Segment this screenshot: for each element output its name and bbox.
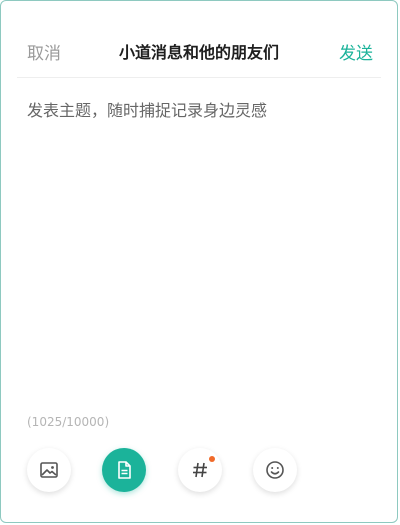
document-icon [113,459,135,481]
post-composer-panel: 取消 小道消息和他的朋友们 发送 发表主题，随时捕捉记录身边灵感 (1025/1… [0,0,398,523]
post-text-input[interactable]: 发表主题，随时捕捉记录身边灵感 [27,97,371,397]
page-title: 小道消息和他的朋友们 [118,43,279,62]
emoji-icon [264,459,286,481]
send-button[interactable]: 发送 [339,39,373,64]
insert-topic-button[interactable] [178,448,222,492]
insert-image-button[interactable] [27,448,71,492]
post-text-placeholder: 发表主题，随时捕捉记录身边灵感 [27,101,268,120]
composer-toolbar [1,448,397,496]
notification-dot [209,456,215,462]
header-divider [17,77,381,78]
hashtag-icon [189,459,211,481]
long-article-button[interactable] [102,448,146,492]
image-icon [38,459,60,481]
insert-emoji-button[interactable] [253,448,297,492]
character-counter: (1025/10000) [27,415,110,429]
composer-header: 取消 小道消息和他的朋友们 发送 [1,1,397,73]
